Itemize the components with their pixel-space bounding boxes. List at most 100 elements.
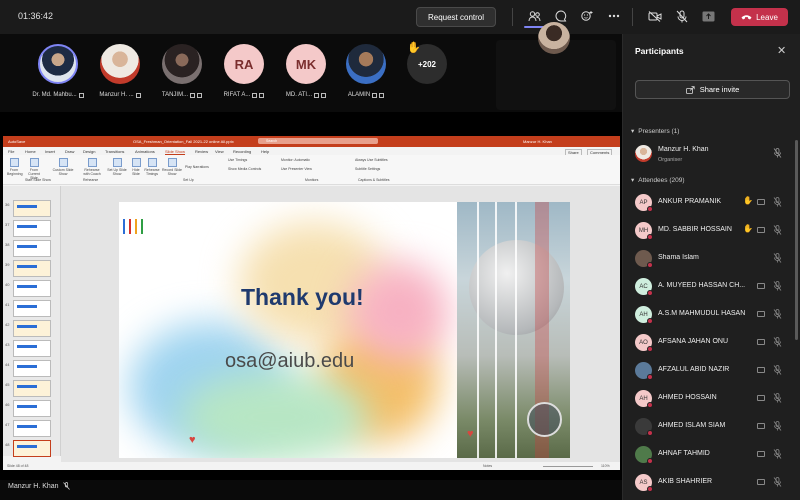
camera-off-icon[interactable] [648, 9, 662, 23]
slide-thumbnail[interactable] [13, 400, 51, 417]
participant-tile[interactable]: Dr. Md. Mahbu... [28, 44, 88, 98]
slide-thumbnail[interactable] [13, 260, 51, 277]
mic-off-icon [197, 92, 203, 98]
photo-stripe [515, 202, 517, 458]
participant-row[interactable]: Manzur H. Khan Organiser [635, 142, 793, 164]
always-use-subtitles-option[interactable]: Always Use Subtitles [355, 158, 388, 162]
participant-row[interactable]: AP ANKUR PRAMANIK ✋ [635, 191, 793, 213]
slide-thumbnail[interactable] [13, 240, 51, 257]
mic-off-icon [773, 393, 782, 403]
participant-tile[interactable]: Manzur H. ... [90, 44, 150, 98]
share-invite-button[interactable]: Share invite [635, 80, 790, 99]
zoom-level[interactable]: 110% [601, 464, 610, 468]
slide-thumbnail[interactable] [13, 420, 51, 437]
more-options-icon[interactable] [607, 9, 621, 23]
from-beginning-button[interactable]: From Beginning [7, 158, 23, 176]
rehearse-timings-button[interactable]: Rehearse Timings [143, 158, 161, 176]
monitor-select[interactable]: Monitor: Automatic [281, 158, 310, 162]
tab-home[interactable]: Home [25, 149, 36, 154]
logo-bar [141, 219, 143, 234]
participant-row[interactable]: AS AKIB SHAHRIER [635, 471, 793, 493]
participant-tile[interactable]: ALAMIN [336, 44, 396, 98]
rehearse-with-coach-button[interactable]: Rehearse with Coach [81, 158, 103, 176]
request-control-button[interactable]: Request control [416, 7, 496, 27]
leave-button[interactable]: Leave [731, 8, 788, 26]
thumbnail-content [17, 405, 37, 408]
participant-name: ANKUR PRAMANIK [658, 198, 722, 205]
panel-scrollbar[interactable] [795, 140, 798, 340]
tab-help[interactable]: Help [261, 149, 269, 154]
tab-animations[interactable]: Animations [135, 149, 155, 154]
participant-row[interactable]: AO AFSANA JAHAN ONU [635, 331, 793, 353]
tab-review[interactable]: Review [195, 149, 208, 154]
participant-tile[interactable]: TANJIM... [152, 44, 212, 98]
play-narrations-option[interactable]: Play Narrations [185, 165, 209, 169]
slide-thumbnail[interactable] [13, 200, 51, 217]
tab-slide-show[interactable]: Slide Show [165, 149, 185, 154]
avatar [38, 44, 78, 84]
user-name: Manzur H. Khan [523, 139, 552, 144]
participant-name: A. MUYEED HASSAN CH... [658, 282, 746, 289]
chat-icon[interactable] [554, 9, 568, 23]
tab-transitions[interactable]: Transitions [105, 149, 124, 154]
use-timings-option[interactable]: Use Timings [228, 158, 247, 162]
mic-off-icon[interactable] [675, 9, 689, 23]
mic-off-icon [259, 92, 265, 98]
participant-tile[interactable]: MK MD. ATI... [276, 44, 336, 98]
record-slide-show-button[interactable]: Record Slide Show [161, 158, 183, 176]
slide-thumbnail[interactable] [13, 440, 51, 457]
overflow-participants[interactable]: ✋ +202 [397, 42, 457, 84]
participant-row[interactable]: AHNAF TAHMID [635, 443, 793, 465]
tab-file[interactable]: File [8, 149, 14, 154]
close-icon[interactable]: ✕ [777, 44, 786, 57]
set-up-slide-show-button[interactable]: Set Up Slide Show [107, 158, 127, 176]
slide-thumbnail[interactable] [13, 280, 51, 297]
hide-slide-button[interactable]: Hide Slide [129, 158, 143, 176]
presenters-section-header[interactable]: ▾ Presenters (1) [631, 127, 679, 136]
slides-icon [58, 158, 68, 167]
slide-thumbnail[interactable] [13, 340, 51, 357]
from-current-slide-button[interactable]: From Current Slide [25, 158, 43, 180]
slide-thumbnail[interactable] [13, 220, 51, 237]
participant-tile[interactable]: RA RIFAT A... [214, 44, 274, 98]
participant-row[interactable]: AHMED ISLAM SIAM [635, 415, 793, 437]
tab-design[interactable]: Design [83, 149, 95, 154]
tab-draw[interactable]: Draw [65, 149, 74, 154]
logo-bar [135, 219, 137, 234]
subtitle-settings-option[interactable]: Subtitle Settings [355, 167, 380, 171]
share-screen-icon[interactable] [701, 9, 715, 23]
slide-thumbnail[interactable] [13, 380, 51, 397]
participant-name: AHNAF TAHMID [658, 450, 710, 457]
share-icon [685, 85, 695, 94]
status-dot [647, 346, 653, 352]
show-media-controls-option[interactable]: Show Media Controls [228, 167, 261, 171]
custom-slide-show-button[interactable]: Custom Slide Show [51, 158, 75, 176]
tab-recording[interactable]: Recording [233, 149, 251, 154]
slide-thumbnail[interactable] [13, 300, 51, 317]
mic-off-icon [773, 197, 782, 207]
meeting-timer: 01:36:42 [18, 11, 54, 21]
thumbnail-content [17, 425, 37, 428]
notes-button[interactable]: Notes [483, 464, 492, 468]
reactions-icon[interactable] [580, 9, 594, 23]
participant-row[interactable]: Shama Islam [635, 247, 793, 269]
tab-view[interactable]: View [215, 149, 224, 154]
panel-title: Participants [635, 46, 684, 56]
chevron-down-icon: ▾ [631, 177, 635, 184]
participant-row[interactable]: MH MD. SABBIR HOSSAIN ✋ [635, 219, 793, 241]
use-presenter-view-option[interactable]: Use Presenter View [281, 167, 312, 171]
participant-row[interactable]: AFZALUL ABID NAZIR [635, 359, 793, 381]
search-box[interactable]: Search [258, 138, 378, 144]
slide-thumbnail[interactable] [13, 320, 51, 337]
participant-name: Manzur H. ... [99, 92, 134, 98]
attendees-section-header[interactable]: ▾ Attendees (209) [631, 176, 685, 185]
autosave-label[interactable]: AutoSave [8, 139, 25, 144]
slide-thumbnail[interactable] [13, 360, 51, 377]
participant-row[interactable]: AC A. MUYEED HASSAN CH... [635, 275, 793, 297]
tab-insert[interactable]: Insert [45, 149, 55, 154]
people-icon[interactable] [527, 9, 541, 23]
participant-row[interactable]: AH AHMED HOSSAIN [635, 387, 793, 409]
participant-row[interactable]: AH A.S.M MAHMUDUL HASAN [635, 303, 793, 325]
ribbon: From Beginning From Current Slide Custom… [3, 155, 620, 185]
zoom-slider[interactable] [543, 466, 593, 467]
